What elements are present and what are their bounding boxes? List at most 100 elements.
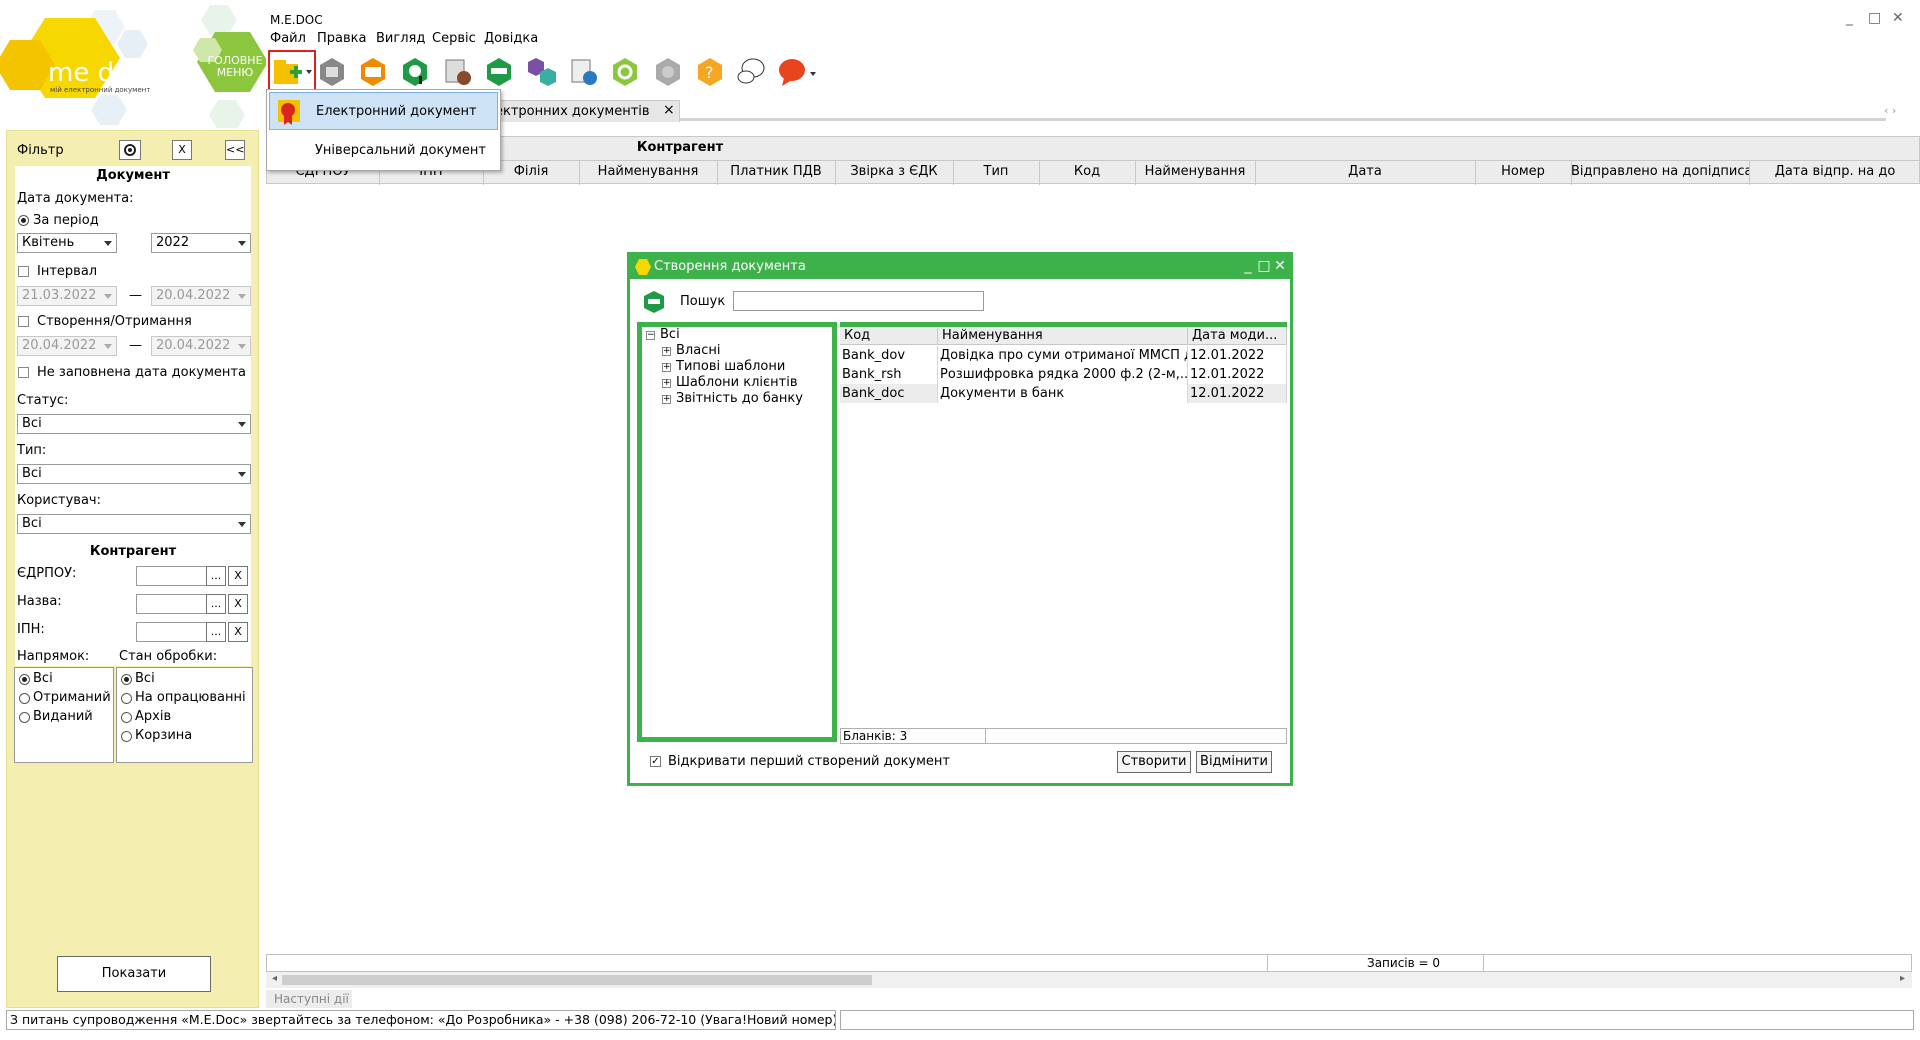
cancel-button[interactable]: Відмінити [1196,751,1272,773]
interval-from-select[interactable]: 21.03.2022 [17,286,117,306]
direction-radio-received[interactable] [19,693,30,704]
edrpou-input[interactable] [136,566,208,586]
tree-expand-icon[interactable]: + [662,363,671,372]
home-menu-button[interactable]: ГОЛОВНЕ МЕНЮ [205,55,265,79]
table-row[interactable]: Bank_rsh Розшифровка рядка 2000 ф.2 (2-м… [840,365,1287,384]
tree-expand-icon[interactable]: + [662,395,671,404]
scroll-left-icon[interactable]: ◂ [272,973,277,984]
edrpou-browse-button[interactable]: ... [206,566,226,586]
interval-checkbox[interactable] [18,266,29,277]
tree-item-typical[interactable]: Типові шаблони [676,359,785,374]
col-vat-payer[interactable]: Платник ПДВ [717,164,835,179]
process-radio-all[interactable] [121,674,132,685]
cubes-button[interactable] [526,56,558,88]
grid-gear-button[interactable] [568,56,600,88]
tab-documents[interactable]: ектронних документів × [486,100,680,122]
filter-collapse-button[interactable]: << [225,140,245,160]
menu-view[interactable]: Вигляд [376,31,425,46]
shield-check-button[interactable] [483,56,515,88]
tree-item-own[interactable]: Власні [676,343,720,358]
dialog-search-input[interactable] [733,291,984,311]
minimize-icon[interactable]: _ [1846,10,1853,26]
col-sent-date[interactable]: Дата відпр. на до [1749,164,1920,179]
tab-close-icon[interactable]: × [663,102,675,118]
chat-question-button[interactable] [735,56,767,88]
process-radio-processing[interactable] [121,693,132,704]
dialog-maximize-icon[interactable]: □ [1256,257,1272,275]
create-to-select[interactable]: 20.04.2022 [151,336,251,356]
dropdown-electronic-document[interactable]: Електронний документ [269,92,498,130]
list-col-name[interactable]: Найменування [938,327,1188,345]
show-button[interactable]: Показати [57,956,211,992]
col-date[interactable]: Дата [1255,164,1475,179]
tab-scroll-arrows[interactable]: ‹ › [1884,104,1896,117]
scroll-right-icon[interactable]: ▸ [1900,973,1905,984]
interval-to-select[interactable]: 20.04.2022 [151,286,251,306]
edrpou-clear-button[interactable]: X [228,566,248,586]
col-type[interactable]: Тип [953,164,1039,179]
create-from-select[interactable]: 20.04.2022 [17,336,117,356]
ipn-clear-button[interactable]: X [228,622,248,642]
title-bar: M.E.DOC _ □ ✕ [266,10,1920,30]
period-radio[interactable] [18,215,29,226]
name-input[interactable] [136,594,208,614]
menu-help[interactable]: Довідка [484,31,538,46]
col-doc-name[interactable]: Найменування [1135,164,1255,179]
search-doc-button[interactable] [399,56,431,88]
tree-collapse-icon[interactable]: − [646,331,655,340]
status-select[interactable]: Всі [17,414,251,434]
grid-gear-icon [571,59,597,85]
new-document-button[interactable] [268,50,316,92]
archive-button[interactable] [316,56,348,88]
close-icon[interactable]: ✕ [1892,10,1904,26]
year-select[interactable]: 2022 [151,233,251,253]
tree-item-clients[interactable]: Шаблони клієнтів [676,375,797,390]
col-number[interactable]: Номер [1475,164,1571,179]
tree-root[interactable]: Всі [660,327,680,342]
list-col-date[interactable]: Дата моди... [1188,327,1287,345]
col-sent-signing[interactable]: Відправлено на допідписанн... [1571,164,1749,179]
dialog-close-icon[interactable]: ✕ [1272,257,1288,275]
refresh-button[interactable] [609,56,641,88]
help-button[interactable]: ? [694,56,726,88]
menu-service[interactable]: Сервіс [432,31,476,46]
chat-bubble-button[interactable] [776,56,820,88]
name-clear-button[interactable]: X [228,594,248,614]
create-checkbox[interactable] [18,316,29,327]
col-name[interactable]: Найменування [579,164,717,179]
col-edk-check[interactable]: Звірка з ЄДК [835,164,953,179]
ipn-browse-button[interactable]: ... [206,622,226,642]
filter-clear-button[interactable]: X [172,140,192,160]
next-actions-tab[interactable]: Наступні дії [266,990,352,1008]
process-radio-archive[interactable] [121,712,132,723]
type-select[interactable]: Всі [17,464,251,484]
col-code[interactable]: Код [1039,164,1135,179]
shield-gray-button[interactable] [652,56,684,88]
envelope-button[interactable] [357,56,389,88]
open-first-checkbox[interactable]: ✓ [650,756,661,767]
name-browse-button[interactable]: ... [206,594,226,614]
user-select[interactable]: Всі [17,514,251,534]
ipn-input[interactable] [136,622,208,642]
list-col-code[interactable]: Код [840,327,938,345]
table-row[interactable]: Bank_doc Документи в банк 12.01.2022 [840,384,1287,403]
create-button[interactable]: Створити [1117,751,1191,773]
table-settings-button[interactable] [442,56,474,88]
month-select[interactable]: Квітень [17,233,117,253]
dropdown-universal-document[interactable]: Універсальний документ [269,132,498,170]
horizontal-scrollbar[interactable]: ◂ ▸ [266,972,1912,988]
process-radio-trash[interactable] [121,731,132,742]
menu-edit[interactable]: Правка [317,31,366,46]
table-row[interactable]: Bank_dov Довідка про суми отриманої ММСП… [840,346,1287,365]
maximize-icon[interactable]: □ [1868,10,1881,26]
tree-expand-icon[interactable]: + [662,347,671,356]
tree-item-bank-reports[interactable]: Звітність до банку [676,391,803,406]
scroll-thumb[interactable] [282,975,872,985]
filter-settings-button[interactable] [119,140,141,160]
tree-expand-icon[interactable]: + [662,379,671,388]
empty-date-checkbox[interactable] [18,367,29,378]
menu-file[interactable]: Файл [270,31,306,46]
dialog-minimize-icon[interactable]: _ [1240,257,1256,275]
direction-radio-issued[interactable] [19,712,30,723]
direction-radio-all[interactable] [19,674,30,685]
